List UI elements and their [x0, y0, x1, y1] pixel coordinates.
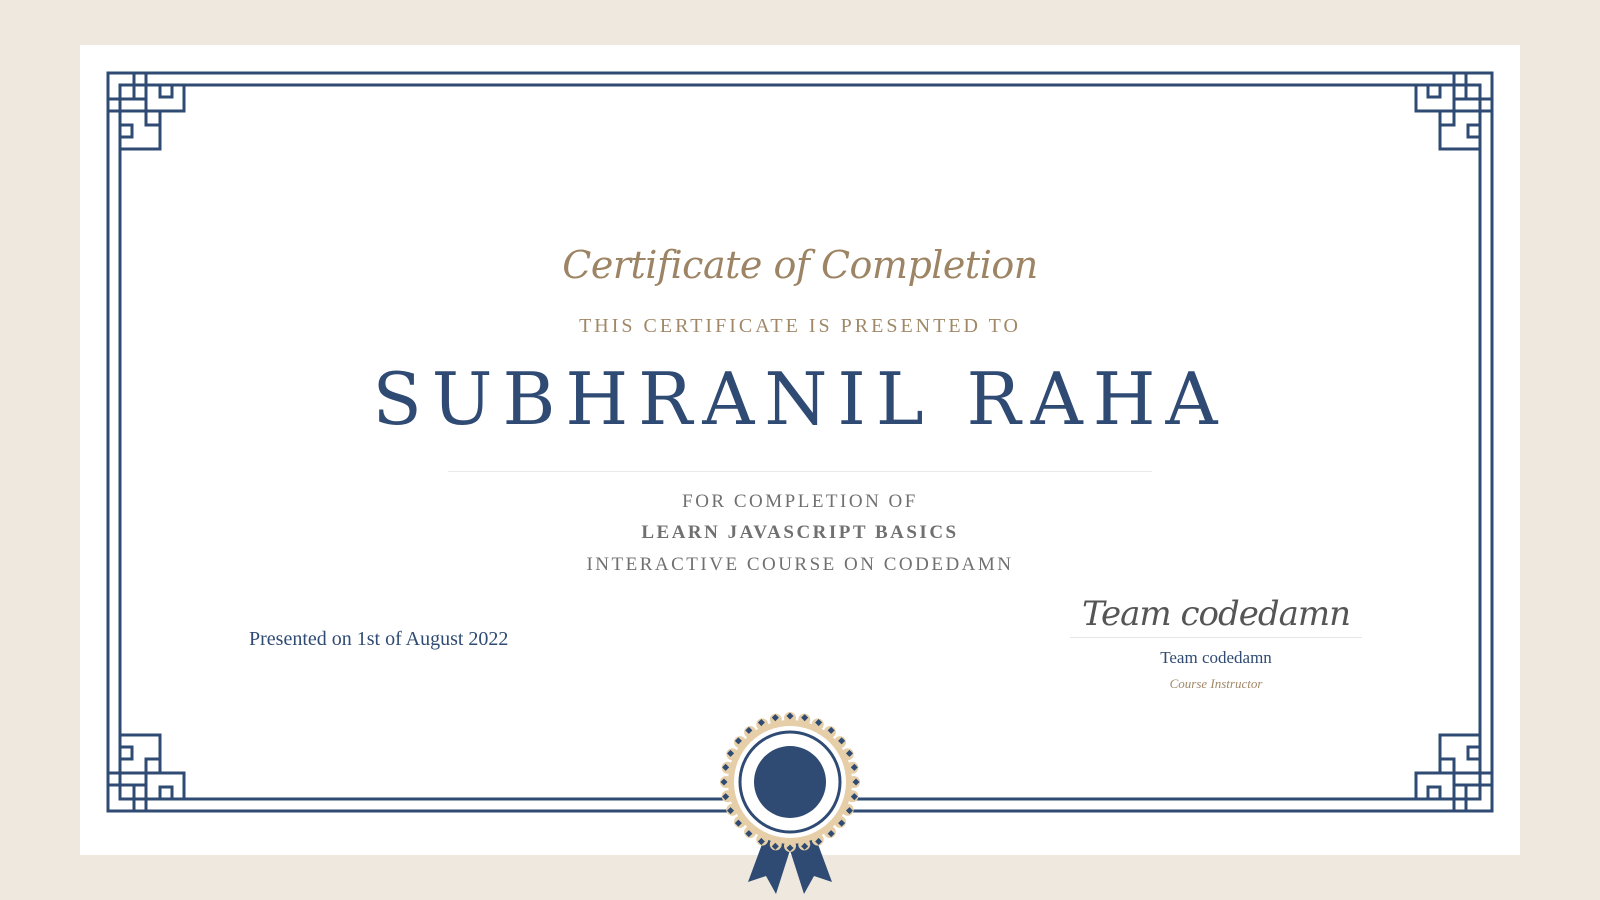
certificate-title: Certificate of Completion: [562, 243, 1038, 287]
signer-role: Course Instructor: [1169, 676, 1263, 691]
name-divider: [448, 471, 1152, 472]
greek-key-corner-icon: [1414, 733, 1494, 813]
signature-divider: [1070, 637, 1362, 638]
course-name: LEARN JAVASCRIPT BASICS: [641, 522, 959, 543]
course-description: INTERACTIVE COURSE ON CODEDAMN: [586, 554, 1014, 575]
award-ribbon-seal-icon: [720, 712, 860, 894]
signature-block: Team codedamn Team codedamn Course Instr…: [1070, 593, 1362, 692]
signature: Team codedamn: [1081, 594, 1351, 634]
presented-on-date: Presented on 1st of August 2022: [249, 628, 509, 650]
signer-name: Team codedamn: [1160, 648, 1272, 667]
greek-key-corner-icon: [106, 733, 186, 813]
presented-to-label: THIS CERTIFICATE IS PRESENTED TO: [579, 315, 1021, 337]
greek-key-corner-icon: [106, 71, 186, 151]
for-completion-label: FOR COMPLETION OF: [682, 491, 918, 512]
greek-key-corner-icon: [1414, 71, 1494, 151]
recipient-name: SUBHRANIL RAHA: [372, 357, 1228, 441]
